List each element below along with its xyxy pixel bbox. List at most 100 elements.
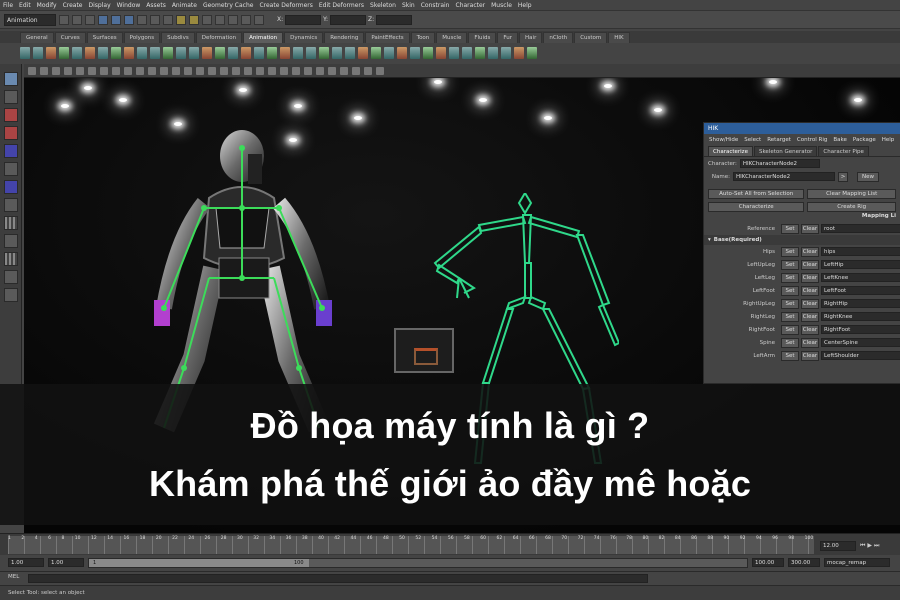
range-bar[interactable]: 1 100: [88, 558, 748, 568]
clear-button[interactable]: Clear: [801, 285, 819, 296]
go-to-end-icon[interactable]: ⏭: [874, 542, 879, 550]
ipr-render-icon[interactable]: [189, 14, 199, 25]
menu-item[interactable]: Create: [63, 2, 83, 9]
panel-tool-icon[interactable]: [364, 66, 372, 75]
panel-tool-icon[interactable]: [100, 66, 108, 75]
shelf-tool-icon[interactable]: [189, 47, 199, 59]
shelf-tool-icon[interactable]: [124, 47, 134, 59]
set-button[interactable]: Set: [781, 350, 799, 361]
last-tool-icon[interactable]: [3, 180, 18, 194]
construction-icon[interactable]: [241, 14, 251, 25]
shelf-tool-icon[interactable]: [319, 47, 329, 59]
characterize-button[interactable]: Characterize: [708, 201, 805, 212]
name-field[interactable]: HIKCharacterNode2: [733, 172, 835, 181]
set-button[interactable]: Set: [781, 311, 799, 322]
persp-outliner-icon[interactable]: [3, 234, 18, 248]
shelf-tool-icon[interactable]: [306, 47, 316, 59]
panel-tool-icon[interactable]: [316, 66, 324, 75]
clear-button[interactable]: Clear: [801, 259, 819, 270]
new-button[interactable]: New: [857, 171, 879, 182]
panel-tool-icon[interactable]: [160, 66, 168, 75]
reference-field[interactable]: root: [821, 224, 900, 233]
clear-button[interactable]: Clear: [801, 324, 819, 335]
name-arrow-button[interactable]: >: [838, 171, 848, 182]
start-time-field[interactable]: 1.00: [8, 558, 44, 567]
shelf-tool-icon[interactable]: [241, 47, 251, 59]
panel-tool-icon[interactable]: [292, 66, 300, 75]
joint-field[interactable]: LeftShoulder: [821, 351, 900, 360]
panel-tool-icon[interactable]: [196, 66, 204, 75]
panel-tool-icon[interactable]: [352, 66, 360, 75]
shelf-tool-icon[interactable]: [20, 47, 30, 59]
shelf-tab[interactable]: Surfaces: [86, 32, 123, 43]
input-output-icon[interactable]: [215, 14, 225, 25]
go-to-start-icon[interactable]: ⏮: [860, 542, 865, 550]
menu-item[interactable]: Window: [117, 2, 141, 9]
menu-item[interactable]: Create Deformers: [259, 2, 312, 9]
end-time-field[interactable]: 300.00: [788, 558, 820, 567]
playback-end-field[interactable]: 100.00: [752, 558, 784, 567]
shelf-tool-icon[interactable]: [527, 47, 537, 59]
hik-tab[interactable]: Skeleton Generator: [753, 146, 818, 156]
joint-field[interactable]: hips: [821, 247, 900, 256]
panel-tool-icon[interactable]: [340, 66, 348, 75]
range-handle[interactable]: [89, 559, 309, 567]
menu-item[interactable]: Skin: [402, 2, 415, 9]
menu-item[interactable]: File: [3, 2, 13, 9]
joint-field[interactable]: RightHip: [821, 299, 900, 308]
shelf-tool-icon[interactable]: [150, 47, 160, 59]
anim-layer-field[interactable]: mocap_remap: [824, 558, 890, 567]
rotate-tool-icon[interactable]: [3, 126, 18, 140]
joint-field[interactable]: LeftHip: [821, 260, 900, 269]
panel-tool-icon[interactable]: [268, 66, 276, 75]
hik-menu-item[interactable]: Help: [882, 137, 895, 143]
shelf-tab[interactable]: Subdivs: [161, 32, 195, 43]
menu-item[interactable]: Constrain: [421, 2, 450, 9]
clear-mapping-button[interactable]: Clear Mapping List: [807, 188, 896, 199]
shelf-tool-icon[interactable]: [176, 47, 186, 59]
shelf-tool-icon[interactable]: [59, 47, 69, 59]
clear-button[interactable]: Clear: [801, 350, 819, 361]
menu-item[interactable]: Modify: [37, 2, 57, 9]
shelf-tab[interactable]: Dynamics: [284, 32, 324, 43]
shelf-tool-icon[interactable]: [423, 47, 433, 59]
hik-title-bar[interactable]: HIK: [704, 123, 900, 134]
panel-tool-icon[interactable]: [328, 66, 336, 75]
set-button[interactable]: Set: [781, 337, 799, 348]
panel-tool-icon[interactable]: [376, 66, 384, 75]
shelf-tool-icon[interactable]: [488, 47, 498, 59]
hypershade-layout-icon[interactable]: [3, 270, 18, 284]
set-button[interactable]: Set: [781, 246, 799, 257]
shelf-tab[interactable]: Curves: [54, 32, 86, 43]
hik-tab[interactable]: Characterize: [708, 146, 753, 156]
shelf-tab[interactable]: Custom: [574, 32, 608, 43]
current-time-field[interactable]: 12.00: [820, 541, 856, 551]
snap-point-icon[interactable]: [163, 14, 173, 25]
shelf-tab[interactable]: Polygons: [123, 32, 161, 43]
hik-menu-item[interactable]: Bake: [833, 137, 847, 143]
clear-button[interactable]: Clear: [801, 298, 819, 309]
joint-field[interactable]: LeftKnee: [821, 273, 900, 282]
panel-tool-icon[interactable]: [184, 66, 192, 75]
auto-set-button[interactable]: Auto-Set All from Selection: [708, 188, 805, 199]
shelf-tool-icon[interactable]: [137, 47, 147, 59]
manipulator-icon[interactable]: [3, 162, 18, 176]
time-slider[interactable]: 1 2 4 6 8 10 12 14 16 18 20 22 24 26 28 30 32 34 36 38 40 42 4…: [0, 533, 900, 555]
shelf-tool-icon[interactable]: [293, 47, 303, 59]
panel-tool-icon[interactable]: [232, 66, 240, 75]
shelf-tool-icon[interactable]: [202, 47, 212, 59]
render-settings-icon[interactable]: [202, 14, 212, 25]
shelf-tab[interactable]: Hair: [519, 32, 543, 43]
shelf-tool-icon[interactable]: [72, 47, 82, 59]
shelf-tab[interactable]: HIK: [608, 32, 630, 43]
render-icon[interactable]: [176, 14, 186, 25]
menu-item[interactable]: Edit: [19, 2, 31, 9]
menu-set-select[interactable]: Animation: [4, 13, 56, 26]
select-tool-icon[interactable]: [3, 72, 18, 86]
shelf-tab[interactable]: Rendering: [324, 32, 365, 43]
shelf-tool-icon[interactable]: [33, 47, 43, 59]
set-button[interactable]: Set: [781, 259, 799, 270]
x-field[interactable]: [285, 14, 322, 25]
shelf-tool-icon[interactable]: [215, 47, 225, 59]
history-icon[interactable]: [228, 14, 238, 25]
